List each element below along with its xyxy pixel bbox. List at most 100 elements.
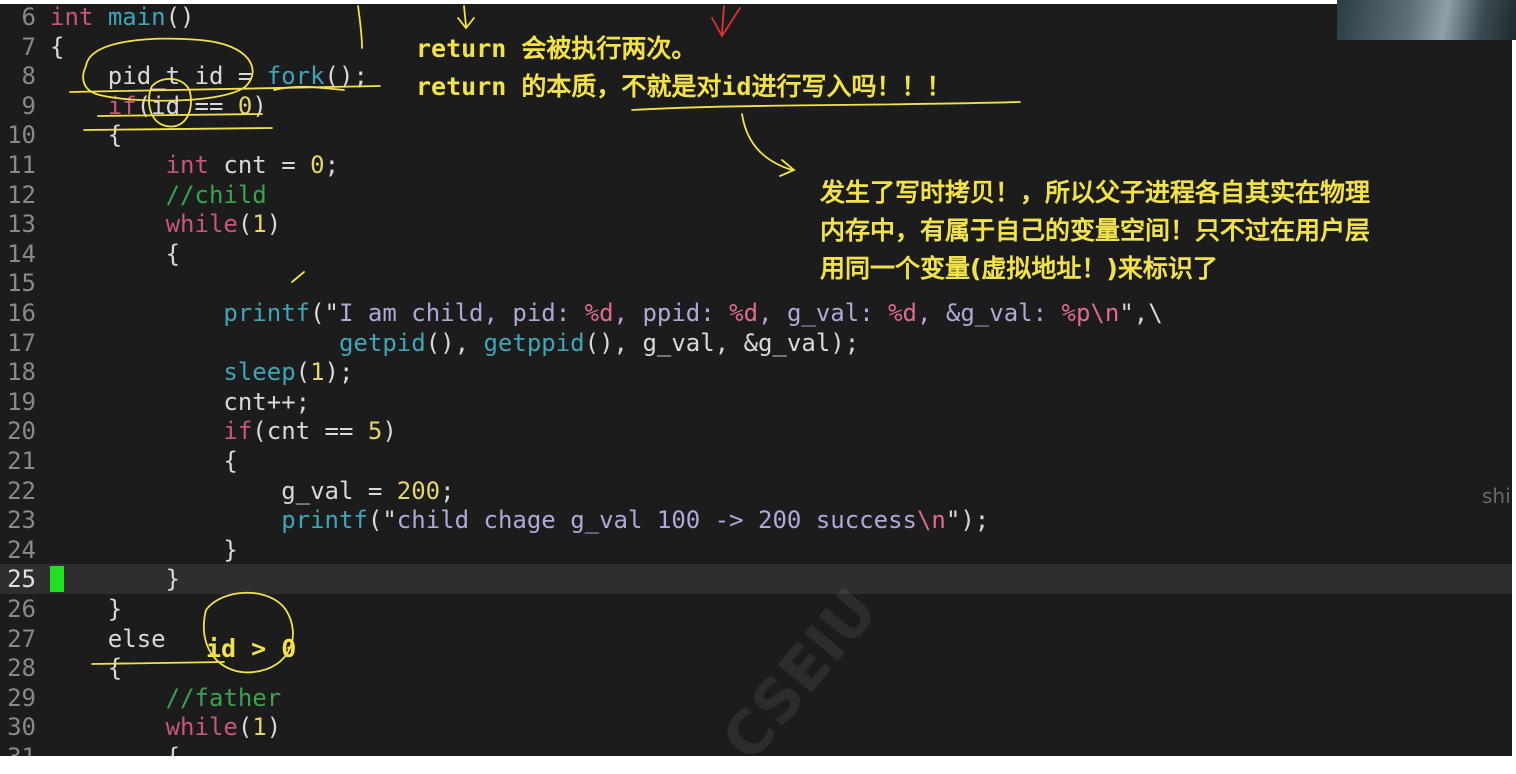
code-token: { — [50, 743, 180, 756]
line-number: 24 — [7, 535, 36, 564]
line-number: 22 — [7, 476, 36, 505]
code-token: sleep — [223, 358, 296, 387]
code-line[interactable]: 24 } — [0, 535, 1512, 565]
code-token: (" — [367, 506, 397, 535]
code-line[interactable]: 25 } — [0, 564, 1512, 595]
code-text: //father — [50, 683, 282, 713]
code-text: g_val = 200; — [50, 476, 455, 506]
line-number: 26 — [7, 595, 36, 623]
code-token: } — [50, 565, 181, 594]
code-token: { — [50, 239, 181, 268]
code-token: main — [107, 4, 166, 31]
code-text: { — [50, 32, 64, 62]
line-number: 10 — [7, 121, 36, 150]
code-token: ; — [440, 476, 455, 505]
code-token: printf — [281, 506, 368, 535]
code-token: { — [50, 32, 65, 61]
code-token: while — [165, 713, 238, 742]
code-token: ); — [324, 358, 354, 387]
code-token: { — [50, 447, 238, 475]
line-number: 27 — [7, 624, 36, 653]
code-text: } — [50, 535, 237, 565]
code-token: , &g_val: — [917, 299, 1062, 327]
code-text: while(1) — [50, 209, 282, 239]
line-number: 25 — [7, 565, 36, 594]
code-line[interactable]: 15 — [0, 268, 1512, 298]
code-text: { — [50, 742, 180, 756]
code-line[interactable]: 18 sleep(1); — [0, 357, 1512, 387]
code-text: pid_t id = fork(); — [50, 61, 368, 91]
annotation-return-twice: return 会被执行两次。 — [416, 34, 697, 63]
code-line[interactable]: 10 { — [0, 120, 1512, 150]
code-token: ) — [266, 210, 282, 239]
code-text: printf("child chage g_val 100 -> 200 suc… — [50, 505, 989, 535]
code-line[interactable]: 22 g_val = 200; — [0, 476, 1512, 506]
code-token: ",\ — [1119, 299, 1163, 327]
code-token: ) — [252, 91, 267, 120]
code-text: int main() — [50, 4, 195, 32]
code-line[interactable]: 20 if(cnt == 5) — [0, 416, 1512, 446]
code-text: cnt++; — [50, 387, 310, 417]
code-line[interactable]: 16 printf("I am child, pid: %d, ppid: %d… — [0, 298, 1512, 328]
code-token: , g_val: — [758, 299, 889, 327]
code-text: if(id == 0) — [50, 91, 267, 121]
annotation-cow-line2: 内存中，有属于自己的变量空间！只不过在用户层 — [820, 216, 1371, 245]
code-line[interactable]: 21 { — [0, 446, 1512, 476]
line-number: 23 — [7, 506, 36, 535]
code-line[interactable]: 19 cnt++; — [0, 387, 1512, 417]
code-token: ( — [295, 358, 311, 387]
code-text: //child — [50, 180, 267, 210]
code-token: ) — [382, 417, 397, 446]
code-token: while — [165, 210, 238, 239]
line-number: 21 — [7, 447, 36, 475]
line-number: 18 — [7, 358, 36, 387]
code-token: if — [223, 417, 253, 446]
code-token: (" — [310, 299, 339, 327]
code-token: , ppid: — [613, 299, 730, 327]
side-text-fragment: shi — [1482, 484, 1511, 508]
annotation-id-gt-zero: id > 0 — [206, 634, 297, 663]
code-token: ; — [324, 151, 340, 179]
code-token: { — [50, 654, 123, 683]
code-token: \n — [1090, 299, 1120, 327]
code-token: else — [50, 624, 166, 653]
code-line[interactable]: 6 int main() — [0, 4, 1512, 32]
code-token: 200 — [396, 476, 441, 505]
code-token: (); — [324, 62, 368, 91]
code-token: 1 — [252, 713, 267, 742]
code-token: "); — [945, 506, 990, 535]
line-number: 31 — [0, 742, 36, 756]
code-text: int cnt = 0; — [50, 150, 339, 180]
line-number: 28 — [7, 654, 36, 683]
code-token: ( — [237, 713, 253, 742]
code-text: { — [50, 653, 122, 683]
line-number: 14 — [7, 239, 36, 268]
code-text: } — [50, 564, 180, 594]
code-token: %d — [729, 299, 759, 327]
code-token: 1 — [252, 210, 267, 239]
code-line[interactable]: 17 getpid(), getppid(), g_val, &g_val); — [0, 328, 1512, 358]
line-number: 13 — [7, 210, 36, 239]
code-token: 0 — [310, 151, 325, 179]
code-line[interactable]: 23 printf("child chage g_val 100 -> 200 … — [0, 505, 1512, 535]
code-token: //father — [165, 683, 282, 712]
line-number: 29 — [7, 683, 36, 712]
code-token: 1 — [310, 358, 325, 387]
line-number: 9 — [21, 91, 36, 120]
code-text: sleep(1); — [50, 357, 353, 387]
code-line[interactable]: 7{ — [0, 32, 1512, 62]
line-number: 30 — [7, 713, 36, 742]
code-line[interactable]: 26 } — [0, 594, 1512, 624]
code-text: { — [50, 239, 180, 269]
code-token: //child — [165, 180, 267, 209]
code-text: printf("I am child, pid: %d, ppid: %d, g… — [50, 298, 1163, 328]
code-token: cnt++; — [50, 387, 311, 416]
code-token: getppid — [483, 328, 585, 357]
